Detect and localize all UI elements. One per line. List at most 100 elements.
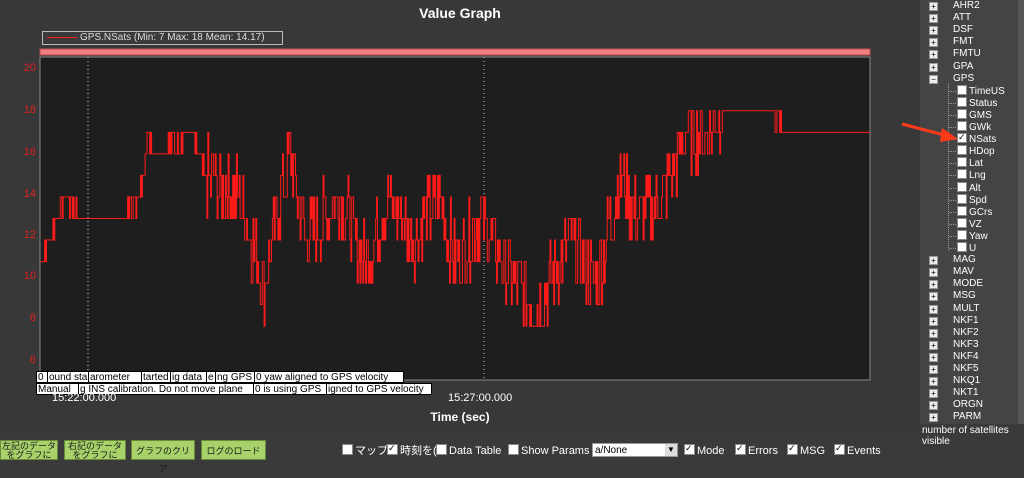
expand-icon[interactable]: +: [929, 328, 938, 338]
expand-icon[interactable]: +: [929, 365, 938, 374]
clear-graph-button[interactable]: グラフのクリア: [131, 440, 195, 474]
expand-icon[interactable]: +: [929, 280, 938, 290]
checkbox-box[interactable]: [387, 442, 398, 455]
tree-item-ahr2[interactable]: + AHR2: [929, 0, 980, 12]
tree-item-lat[interactable]: Lat: [949, 157, 983, 169]
errors-checkbox[interactable]: Errors: [735, 442, 778, 457]
expand-icon[interactable]: +: [929, 352, 938, 362]
load-log-button[interactable]: ログのロード: [201, 440, 266, 460]
tree-item-gpa[interactable]: + GPA: [929, 61, 973, 73]
tree-item-mav[interactable]: + MAV: [929, 266, 974, 278]
expand-icon[interactable]: +: [929, 401, 938, 411]
show-params-checkbox[interactable]: Show Params: [508, 444, 589, 457]
tree-item-u[interactable]: U: [949, 242, 977, 254]
checkbox-box[interactable]: [436, 444, 447, 455]
tree-item-label: Lng: [969, 170, 986, 182]
tree-item-hdop[interactable]: HDop: [949, 145, 995, 157]
expand-icon[interactable]: +: [929, 14, 938, 24]
field-checkbox[interactable]: [957, 181, 967, 192]
tree-connector: [949, 151, 956, 153]
tree-item-nkf2[interactable]: + NKF2: [929, 327, 979, 339]
expand-icon[interactable]: +: [929, 316, 938, 326]
tree-item-msg[interactable]: + MSG: [929, 290, 976, 302]
tree-item-parm[interactable]: + PARM: [929, 411, 981, 423]
expand-icon[interactable]: +: [929, 38, 938, 48]
tree-item-dsf[interactable]: + DSF: [929, 24, 973, 36]
field-checkbox[interactable]: [957, 108, 967, 119]
expand-icon[interactable]: +: [929, 413, 938, 423]
tree-item-label: U: [969, 243, 977, 254]
tree-item-mode[interactable]: + MODE: [929, 278, 983, 290]
time-checkbox[interactable]: 時刻を(: [387, 442, 437, 457]
expand-icon[interactable]: +: [929, 26, 938, 36]
tree-item-fmtu[interactable]: + FMTU: [929, 48, 981, 60]
tree-item-gms[interactable]: GMS: [949, 108, 992, 121]
tree-item-mult[interactable]: + MULT: [929, 303, 979, 315]
field-checkbox[interactable]: [957, 157, 967, 168]
tree-item-nkf4[interactable]: + NKF4: [929, 351, 979, 363]
tree-item-orgn[interactable]: + ORGN: [929, 399, 983, 411]
field-checkbox[interactable]: [957, 229, 967, 240]
tree-item-nkt1[interactable]: + NKT1: [929, 387, 979, 399]
field-checkbox[interactable]: [957, 242, 967, 252]
tree-item-status[interactable]: Status: [949, 96, 997, 109]
graph-right-data-button[interactable]: 右記のデータ をグラフに: [64, 440, 126, 460]
tree-item-fmt[interactable]: + FMT: [929, 36, 974, 48]
field-checkbox[interactable]: [957, 217, 967, 228]
tree-item-label: FMT: [953, 36, 974, 48]
field-checkbox[interactable]: [957, 145, 967, 156]
expand-icon[interactable]: +: [929, 389, 938, 399]
events-checkbox[interactable]: Events: [834, 442, 881, 457]
chevron-down-icon[interactable]: ▼: [665, 444, 677, 456]
field-checkbox[interactable]: [957, 205, 967, 216]
tree-item-label: MAV: [953, 266, 974, 278]
tree-item-spd[interactable]: Spd: [949, 193, 987, 206]
tree-item-nkf1[interactable]: + NKF1: [929, 315, 979, 327]
expand-icon[interactable]: +: [929, 62, 938, 72]
mode-checkbox[interactable]: Mode: [684, 442, 725, 457]
tree-item-nkf5[interactable]: + NKF5: [929, 363, 979, 375]
tree-item-gcrs[interactable]: GCrs: [949, 205, 992, 218]
field-checkbox[interactable]: [957, 84, 967, 95]
tree-item-nsats[interactable]: NSats: [949, 131, 996, 145]
tree-item-lng[interactable]: Lng: [949, 169, 986, 182]
checkbox-box[interactable]: [508, 444, 519, 455]
expand-icon[interactable]: +: [929, 2, 938, 11]
tree-item-label: Yaw: [969, 230, 988, 242]
checkbox-box[interactable]: [684, 442, 695, 455]
expand-icon[interactable]: +: [929, 340, 938, 350]
tree-item-att[interactable]: + ATT: [929, 12, 971, 24]
tree-item-label: NKF3: [953, 338, 979, 350]
expand-icon[interactable]: +: [929, 292, 938, 302]
msg-checkbox[interactable]: MSG: [787, 442, 825, 457]
expand-icon[interactable]: +: [929, 268, 938, 278]
tree-item-nkf3[interactable]: + NKF3: [929, 338, 979, 351]
checkbox-box[interactable]: [787, 442, 798, 455]
tree-item-nkq1[interactable]: + NKQ1: [929, 375, 980, 387]
tree-item-vz[interactable]: VZ: [949, 217, 982, 230]
checkbox-box[interactable]: [834, 442, 845, 455]
tree-item-yaw[interactable]: Yaw: [949, 229, 988, 242]
tree-scrollbar[interactable]: [1018, 0, 1024, 424]
tree-item-gps[interactable]: − GPS: [929, 73, 974, 85]
tree-item-alt[interactable]: Alt: [949, 181, 981, 194]
checkbox-box[interactable]: [342, 444, 353, 455]
tree-item-timeus[interactable]: TimeUS: [949, 84, 1005, 97]
checkbox-box[interactable]: [735, 442, 746, 455]
range-dropdown[interactable]: a/None ▼: [592, 443, 678, 457]
field-checkbox[interactable]: [957, 169, 967, 180]
graph-left-data-button[interactable]: 左記のデータ をグラフに: [0, 440, 58, 460]
field-tree[interactable]: + AHR2 + ATT + DSF + FMT + FMTU + GPA − GPS TimeUS Stat…: [920, 0, 1018, 424]
field-checkbox[interactable]: [957, 96, 967, 107]
field-checkbox[interactable]: [957, 131, 967, 144]
expand-icon[interactable]: +: [929, 377, 938, 387]
plot-area[interactable]: [0, 0, 920, 432]
field-checkbox[interactable]: [957, 193, 967, 204]
expand-icon[interactable]: +: [929, 256, 938, 266]
field-checkbox[interactable]: [957, 121, 967, 131]
expand-icon[interactable]: +: [929, 50, 938, 60]
tree-item-mag[interactable]: + MAG: [929, 254, 976, 266]
expand-icon[interactable]: +: [929, 304, 938, 314]
data-table-checkbox[interactable]: Data Table: [436, 444, 501, 457]
collapse-icon[interactable]: −: [929, 74, 938, 84]
